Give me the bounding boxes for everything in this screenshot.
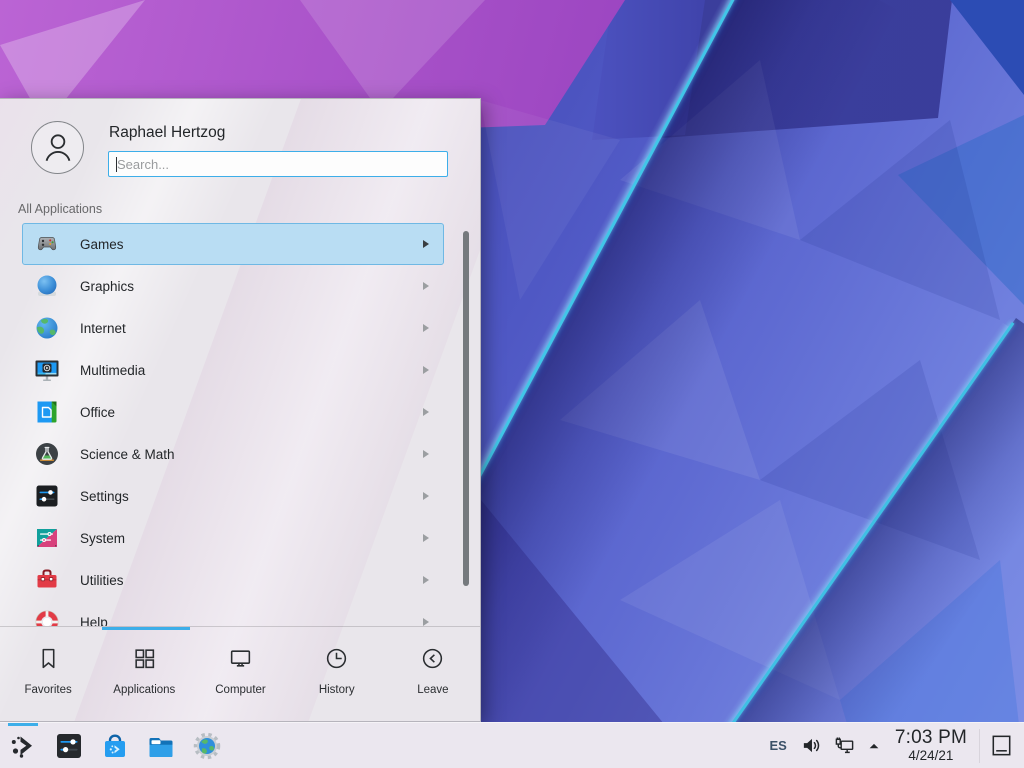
submenu-arrow-icon bbox=[423, 240, 429, 248]
submenu-arrow-icon bbox=[423, 450, 429, 458]
tab-favorites[interactable]: Favorites bbox=[0, 627, 96, 722]
user-name: Raphael Hertzog bbox=[109, 124, 448, 142]
network-icon[interactable] bbox=[834, 735, 855, 756]
tab-leave[interactable]: Leave bbox=[385, 627, 481, 722]
tab-label: History bbox=[319, 684, 355, 696]
category-label: Utilities bbox=[80, 573, 124, 588]
tab-label: Applications bbox=[113, 684, 175, 696]
category-games[interactable]: Games bbox=[22, 223, 444, 265]
tab-label: Favorites bbox=[24, 684, 71, 696]
show-desktop-button[interactable] bbox=[979, 729, 1016, 763]
leave-icon bbox=[420, 646, 445, 676]
expand-tray-icon[interactable] bbox=[867, 739, 881, 753]
system-icon bbox=[33, 524, 61, 552]
system-settings-button[interactable] bbox=[53, 730, 85, 762]
web-browser-button[interactable] bbox=[191, 730, 223, 762]
submenu-arrow-icon bbox=[423, 408, 429, 416]
category-list-viewport: Games Graphics Internet Multimedia Office Sci… bbox=[0, 223, 481, 626]
category-label: Help bbox=[80, 615, 108, 627]
tab-history[interactable]: History bbox=[289, 627, 385, 722]
category-label: Settings bbox=[80, 489, 129, 504]
clock-date: 4/24/21 bbox=[895, 749, 967, 763]
category-list: Games Graphics Internet Multimedia Office Sci… bbox=[0, 223, 481, 626]
category-label: Internet bbox=[80, 321, 126, 336]
tab-computer[interactable]: Computer bbox=[192, 627, 288, 722]
category-science-math[interactable]: Science & Math bbox=[22, 433, 444, 475]
category-label: Games bbox=[80, 237, 124, 252]
favorites-icon bbox=[36, 646, 61, 676]
volume-icon[interactable] bbox=[801, 735, 822, 756]
category-label: Science & Math bbox=[80, 447, 175, 462]
category-help[interactable]: Help bbox=[22, 601, 444, 626]
scrollbar[interactable] bbox=[463, 231, 469, 586]
graphics-icon bbox=[33, 272, 61, 300]
science-icon bbox=[33, 440, 61, 468]
utilities-icon bbox=[33, 566, 61, 594]
category-internet[interactable]: Internet bbox=[22, 307, 444, 349]
text-caret bbox=[116, 157, 117, 172]
category-label: Office bbox=[80, 405, 115, 420]
submenu-arrow-icon bbox=[423, 618, 429, 626]
clock[interactable]: 7:03 PM 4/24/21 bbox=[895, 728, 967, 763]
application-launcher-menu: Raphael Hertzog All Applications Games Gr… bbox=[0, 98, 481, 722]
search-input[interactable] bbox=[109, 152, 447, 176]
help-icon bbox=[33, 608, 61, 626]
multimedia-icon bbox=[33, 356, 61, 384]
active-tab-indicator bbox=[102, 627, 190, 630]
games-icon bbox=[33, 230, 61, 258]
category-label: Graphics bbox=[80, 279, 134, 294]
desktop: Raphael Hertzog All Applications Games Gr… bbox=[0, 0, 1024, 768]
submenu-arrow-icon bbox=[423, 366, 429, 374]
submenu-arrow-icon bbox=[423, 576, 429, 584]
category-settings[interactable]: Settings bbox=[22, 475, 444, 517]
tab-label: Leave bbox=[417, 684, 448, 696]
search-field[interactable] bbox=[108, 151, 448, 177]
clock-time: 7:03 PM bbox=[895, 728, 967, 747]
keyboard-layout-indicator[interactable]: ES bbox=[769, 738, 786, 753]
tab-label: Computer bbox=[215, 684, 266, 696]
submenu-arrow-icon bbox=[423, 324, 429, 332]
submenu-arrow-icon bbox=[423, 282, 429, 290]
active-task-indicator bbox=[8, 723, 38, 726]
submenu-arrow-icon bbox=[423, 534, 429, 542]
user-avatar[interactable] bbox=[31, 121, 84, 174]
category-graphics[interactable]: Graphics bbox=[22, 265, 444, 307]
category-utilities[interactable]: Utilities bbox=[22, 559, 444, 601]
internet-icon bbox=[33, 314, 61, 342]
discover-button[interactable] bbox=[99, 730, 131, 762]
submenu-arrow-icon bbox=[423, 492, 429, 500]
computer-icon bbox=[228, 646, 253, 676]
category-office[interactable]: Office bbox=[22, 391, 444, 433]
system-tray: ES 7:03 PM 4/24/21 bbox=[769, 728, 1024, 763]
section-label: All Applications bbox=[18, 202, 102, 216]
history-icon bbox=[324, 646, 349, 676]
office-icon bbox=[33, 398, 61, 426]
category-system[interactable]: System bbox=[22, 517, 444, 559]
file-manager-button[interactable] bbox=[145, 730, 177, 762]
applications-icon bbox=[132, 646, 157, 676]
taskbar-launchers bbox=[0, 730, 237, 762]
settings-icon bbox=[33, 482, 61, 510]
category-multimedia[interactable]: Multimedia bbox=[22, 349, 444, 391]
launcher-tabbar: Favorites Applications Computer History Leav… bbox=[0, 627, 481, 722]
category-label: Multimedia bbox=[80, 363, 145, 378]
tab-applications[interactable]: Applications bbox=[96, 627, 192, 722]
taskbar: ES 7:03 PM 4/24/21 bbox=[0, 722, 1024, 768]
application-launcher-button[interactable] bbox=[7, 730, 39, 762]
launcher-header: Raphael Hertzog bbox=[31, 121, 448, 177]
category-label: System bbox=[80, 531, 125, 546]
